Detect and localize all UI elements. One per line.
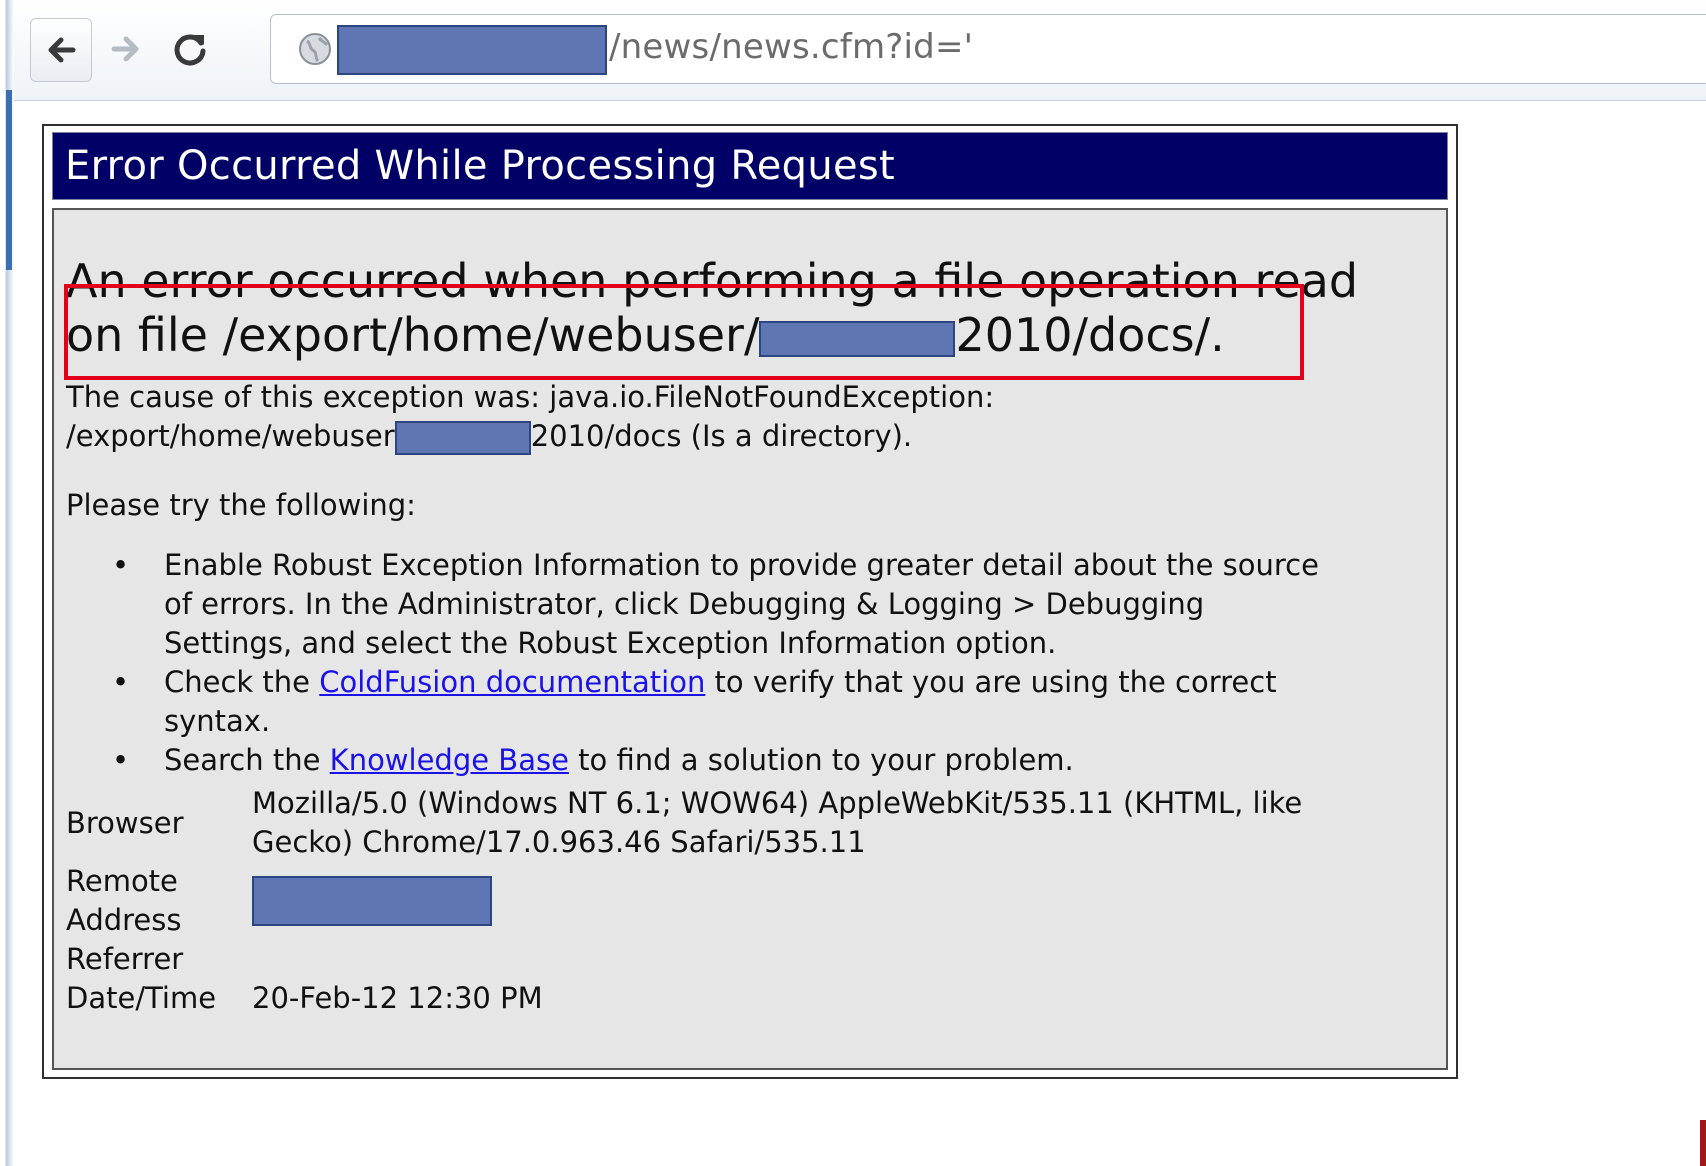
globe-icon — [299, 33, 331, 65]
window-frame-edge — [0, 0, 14, 1166]
info-row-browser: Browser Mozilla/5.0 (Windows NT 6.1; WOW… — [66, 784, 1302, 862]
suggestion-item: Enable Robust Exception Information to p… — [112, 546, 1319, 663]
suggestion-item: Search the Knowledge Base to find a solu… — [112, 741, 1319, 780]
error-heading: An error occurred when performing a file… — [66, 254, 1358, 362]
error-title: Error Occurred While Processing Request — [65, 143, 896, 189]
suggestion-line: Check the ColdFusion documentation to ve… — [164, 663, 1319, 702]
error-content: An error occurred when performing a file… — [52, 208, 1448, 1070]
redacted-remote-address — [252, 876, 492, 926]
error-heading-line2: on file /export/home/webuser/2010/docs/. — [66, 308, 1358, 362]
suggestion-line: Settings, and select the Robust Exceptio… — [164, 626, 1057, 660]
suggestion-line: syntax. — [164, 704, 271, 738]
forward-arrow-icon — [111, 36, 139, 62]
suggestion-line: Search the Knowledge Base to find a solu… — [164, 741, 1319, 780]
error-title-bar: Error Occurred While Processing Request — [52, 132, 1448, 200]
url-text: /news/news.cfm?id=' — [609, 27, 974, 67]
suggestion-text: Check the — [164, 665, 320, 699]
error-heading-path-prefix: on file /export/home/webuser/ — [66, 308, 760, 362]
info-row-remote-address: Remote Address — [66, 862, 1302, 940]
error-heading-line1: An error occurred when performing a file… — [66, 254, 1359, 308]
remote-address-label: Remote Address — [66, 862, 252, 940]
redacted-path-segment — [759, 320, 956, 357]
browser-value-line: Mozilla/5.0 (Windows NT 6.1; WOW64) Appl… — [252, 786, 1303, 820]
exception-path-prefix: /export/home/webuser — [66, 419, 395, 453]
reload-icon — [174, 34, 206, 66]
back-arrow-icon — [48, 37, 76, 63]
suggestion-item: Check the ColdFusion documentation to ve… — [112, 663, 1319, 741]
referrer-value — [252, 940, 1302, 979]
browser-value-line: Gecko) Chrome/17.0.963.46 Safari/535.11 — [252, 825, 866, 859]
knowledge-base-link[interactable]: Knowledge Base — [330, 743, 569, 777]
address-bar[interactable]: /news/news.cfm?id=' — [270, 14, 1706, 84]
redacted-domain — [337, 25, 607, 75]
remote-label-line: Address — [66, 903, 182, 937]
datetime-label: Date/Time — [66, 981, 217, 1015]
suggestion-text: Search the — [164, 743, 330, 777]
forward-button[interactable] — [96, 18, 156, 80]
error-panel: Error Occurred While Processing Request … — [42, 124, 1458, 1079]
suggestion-text: to find a solution to your problem. — [568, 743, 1074, 777]
exception-path-suffix: 2010/docs (Is a directory). — [530, 419, 913, 453]
reload-button[interactable] — [160, 18, 220, 80]
info-row-datetime: Date/Time 20-Feb-12 12:30 PM — [66, 979, 1302, 1018]
suggestion-line: of errors. In the Administrator, click D… — [164, 587, 1205, 621]
browser-value: Mozilla/5.0 (Windows NT 6.1; WOW64) Appl… — [252, 784, 1302, 862]
exception-cause: The cause of this exception was: java.io… — [66, 378, 994, 456]
remote-address-value — [252, 862, 1302, 940]
suggestion-line: Enable Robust Exception Information to p… — [164, 548, 1319, 582]
corner-artifact — [1700, 1120, 1706, 1166]
back-button[interactable] — [30, 18, 92, 82]
browser-toolbar: /news/news.cfm?id=' — [14, 0, 1706, 101]
try-following-label: Please try the following: — [66, 488, 416, 522]
redacted-path-segment — [394, 421, 531, 455]
exception-cause-line2: /export/home/webuser 2010/docs (Is a dire… — [66, 417, 994, 456]
browser-label: Browser — [66, 805, 184, 840]
suggestion-list: Enable Robust Exception Information to p… — [112, 546, 1319, 780]
error-heading-path-suffix: 2010/docs/. — [955, 308, 1225, 362]
info-row-referrer: Referrer — [66, 940, 1302, 979]
coldfusion-documentation-link[interactable]: ColdFusion documentation — [319, 665, 705, 699]
exception-cause-line1: The cause of this exception was: java.io… — [66, 380, 995, 414]
request-info-table: Browser Mozilla/5.0 (Windows NT 6.1; WOW… — [66, 784, 1302, 1018]
suggestion-text: to verify that you are using the correct — [705, 665, 1277, 699]
referrer-label: Referrer — [66, 942, 184, 976]
remote-label-line: Remote — [66, 864, 178, 898]
datetime-value: 20-Feb-12 12:30 PM — [252, 981, 543, 1015]
